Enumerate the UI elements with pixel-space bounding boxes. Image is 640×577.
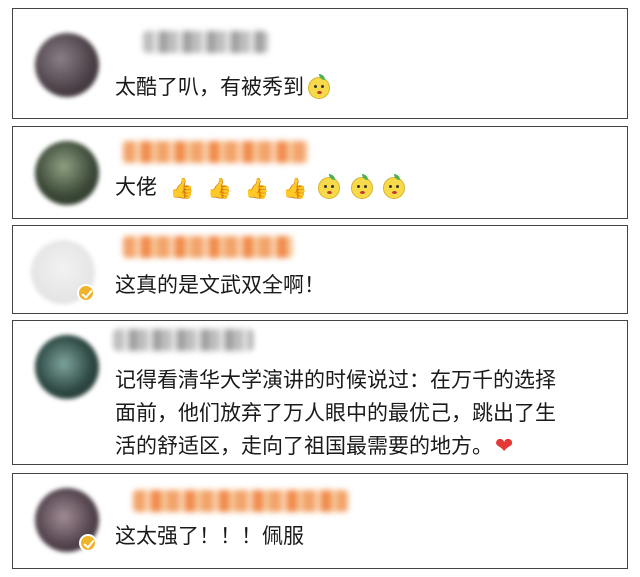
comment-body: 这真的是文武双全啊！	[115, 273, 325, 297]
thumbs-up-icon: 👍	[169, 175, 195, 200]
heart-icon: ❤	[495, 434, 514, 459]
lemon-face-icon	[318, 174, 341, 199]
comment-card: 大佬 👍 👍 👍 👍	[12, 126, 628, 219]
username-blurred[interactable]	[123, 141, 308, 163]
comment-body: 大佬	[115, 175, 157, 199]
comment-card: 记得看清华大学演讲的时候说过：在万千的选择 面前，他们放弃了万人眼中的最优己，跳…	[12, 320, 628, 465]
lemon-face-icon	[383, 174, 406, 199]
username-blurred[interactable]	[143, 31, 268, 53]
verified-badge-icon	[79, 534, 97, 552]
comment-text: 这真的是文武双全啊！	[115, 269, 325, 302]
comment-line: 面前，他们放弃了万人眼中的最优己，跳出了生	[115, 401, 556, 425]
avatar[interactable]	[35, 335, 99, 399]
comment-text: 大佬 👍 👍 👍 👍	[115, 171, 406, 205]
comment-text: 记得看清华大学演讲的时候说过：在万千的选择 面前，他们放弃了万人眼中的最优己，跳…	[115, 364, 556, 463]
avatar[interactable]	[35, 33, 99, 97]
thumbs-up-icon: 👍	[282, 175, 308, 200]
comment-card: 太酷了叭，有被秀到	[12, 8, 628, 119]
verified-badge-icon	[77, 284, 95, 302]
thumbs-up-icon: 👍	[207, 175, 233, 200]
thumbs-up-icon: 👍	[244, 175, 270, 200]
comment-text: 太酷了叭，有被秀到	[115, 71, 330, 104]
comment-line: 活的舒适区，走向了祖国最需要的地方。❤	[115, 434, 514, 459]
comment-card: 这真的是文武双全啊！	[12, 225, 628, 314]
comment-card: 这太强了！！！佩服	[12, 473, 628, 569]
username-blurred[interactable]	[113, 329, 253, 351]
username-blurred[interactable]	[133, 490, 348, 512]
avatar[interactable]	[35, 141, 99, 205]
username-blurred[interactable]	[123, 236, 293, 258]
comment-body: 太酷了叭，有被秀到	[115, 75, 304, 99]
comment-line: 记得看清华大学演讲的时候说过：在万千的选择	[115, 368, 556, 392]
comment-body: 这太强了！！！佩服	[115, 524, 304, 548]
lemon-face-icon	[308, 74, 330, 99]
lemon-face-icon	[350, 174, 373, 199]
comment-text: 这太强了！！！佩服	[115, 520, 304, 553]
